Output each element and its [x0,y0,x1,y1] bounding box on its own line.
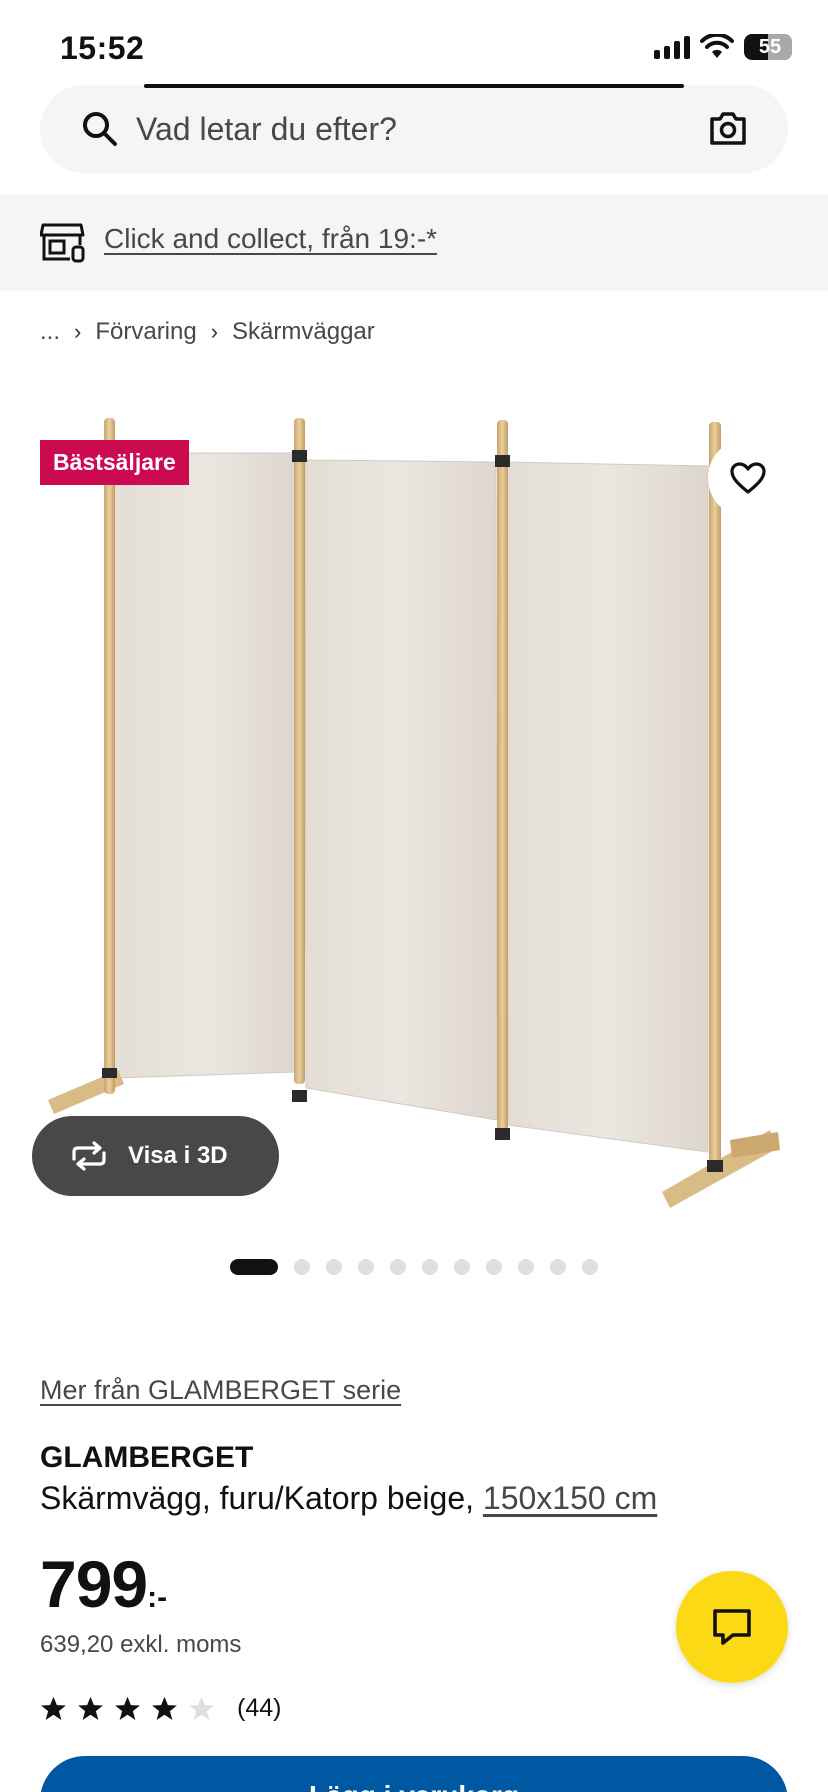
carousel-dot[interactable] [230,1259,278,1275]
favourite-button[interactable] [708,438,788,518]
star-icon [189,1696,214,1720]
carousel-dot[interactable] [358,1259,374,1275]
rating[interactable]: (44) [40,1694,281,1723]
chat-icon [713,1609,751,1645]
carousel-dot[interactable] [582,1259,598,1275]
view-3d-label: Visa i 3D [128,1142,228,1169]
price-value: 799 [40,1547,148,1621]
chat-button[interactable] [676,1571,788,1683]
carousel-dot[interactable] [326,1259,342,1275]
product-name: GLAMBERGET [40,1441,254,1474]
carousel-dot[interactable] [486,1259,502,1275]
carousel-dot[interactable] [550,1259,566,1275]
search-icon [83,112,117,146]
chevron-right-icon: › [74,319,82,344]
image-carousel-dots [230,1259,598,1275]
star-icon [78,1696,103,1720]
search-bar[interactable] [40,84,788,173]
bestseller-badge: Bästsäljare [40,440,189,485]
breadcrumb-item-skarmvaggar[interactable]: Skärmväggar [232,318,375,346]
series-link[interactable]: Mer från GLAMBERGET serie [40,1375,401,1406]
store-icon [40,223,85,263]
add-to-cart-button[interactable]: Lägg i varukorg [40,1756,788,1792]
star-icon [152,1696,177,1720]
price-suffix: :- [147,1581,168,1614]
carousel-dot[interactable] [390,1259,406,1275]
wifi-icon [700,34,734,58]
product-image[interactable] [0,400,828,1230]
battery-icon: 55 [744,34,792,60]
search-input[interactable] [136,101,696,157]
click-collect-banner[interactable]: Click and collect, från 19:-* [0,195,828,291]
review-count[interactable]: (44) [237,1694,281,1723]
signal-icon [654,35,690,59]
rotate-3d-icon [72,1141,106,1171]
click-collect-link[interactable]: Click and collect, från 19:-* [104,223,437,255]
breadcrumb-item-forvaring[interactable]: Förvaring [95,318,196,346]
breadcrumb: ... › Förvaring › Skärmväggar [40,318,375,346]
product-size-link[interactable]: 150x150 cm [483,1480,657,1516]
product-description-text: Skärmvägg, furu/Katorp beige, [40,1480,475,1516]
carousel-dot[interactable] [294,1259,310,1275]
battery-level: 55 [758,35,782,58]
price-ex-vat: 639,20 exkl. moms [40,1631,242,1658]
status-time: 15:52 [60,30,145,66]
carousel-dot[interactable] [454,1259,470,1275]
carousel-dot[interactable] [422,1259,438,1275]
heart-icon [730,462,766,494]
status-icons: 55 [654,34,792,60]
camera-icon[interactable] [706,107,750,151]
star-icon [115,1696,140,1720]
price: 799 :- [40,1546,167,1622]
carousel-dot[interactable] [518,1259,534,1275]
status-bar: 15:52 55 [0,0,828,92]
breadcrumb-ellipsis[interactable]: ... [40,318,60,346]
star-icon [41,1696,66,1720]
chevron-right-icon: › [210,319,219,344]
view-3d-button[interactable]: Visa i 3D [32,1116,279,1196]
product-description: Skärmvägg, furu/Katorp beige, 150x150 cm [40,1480,657,1517]
